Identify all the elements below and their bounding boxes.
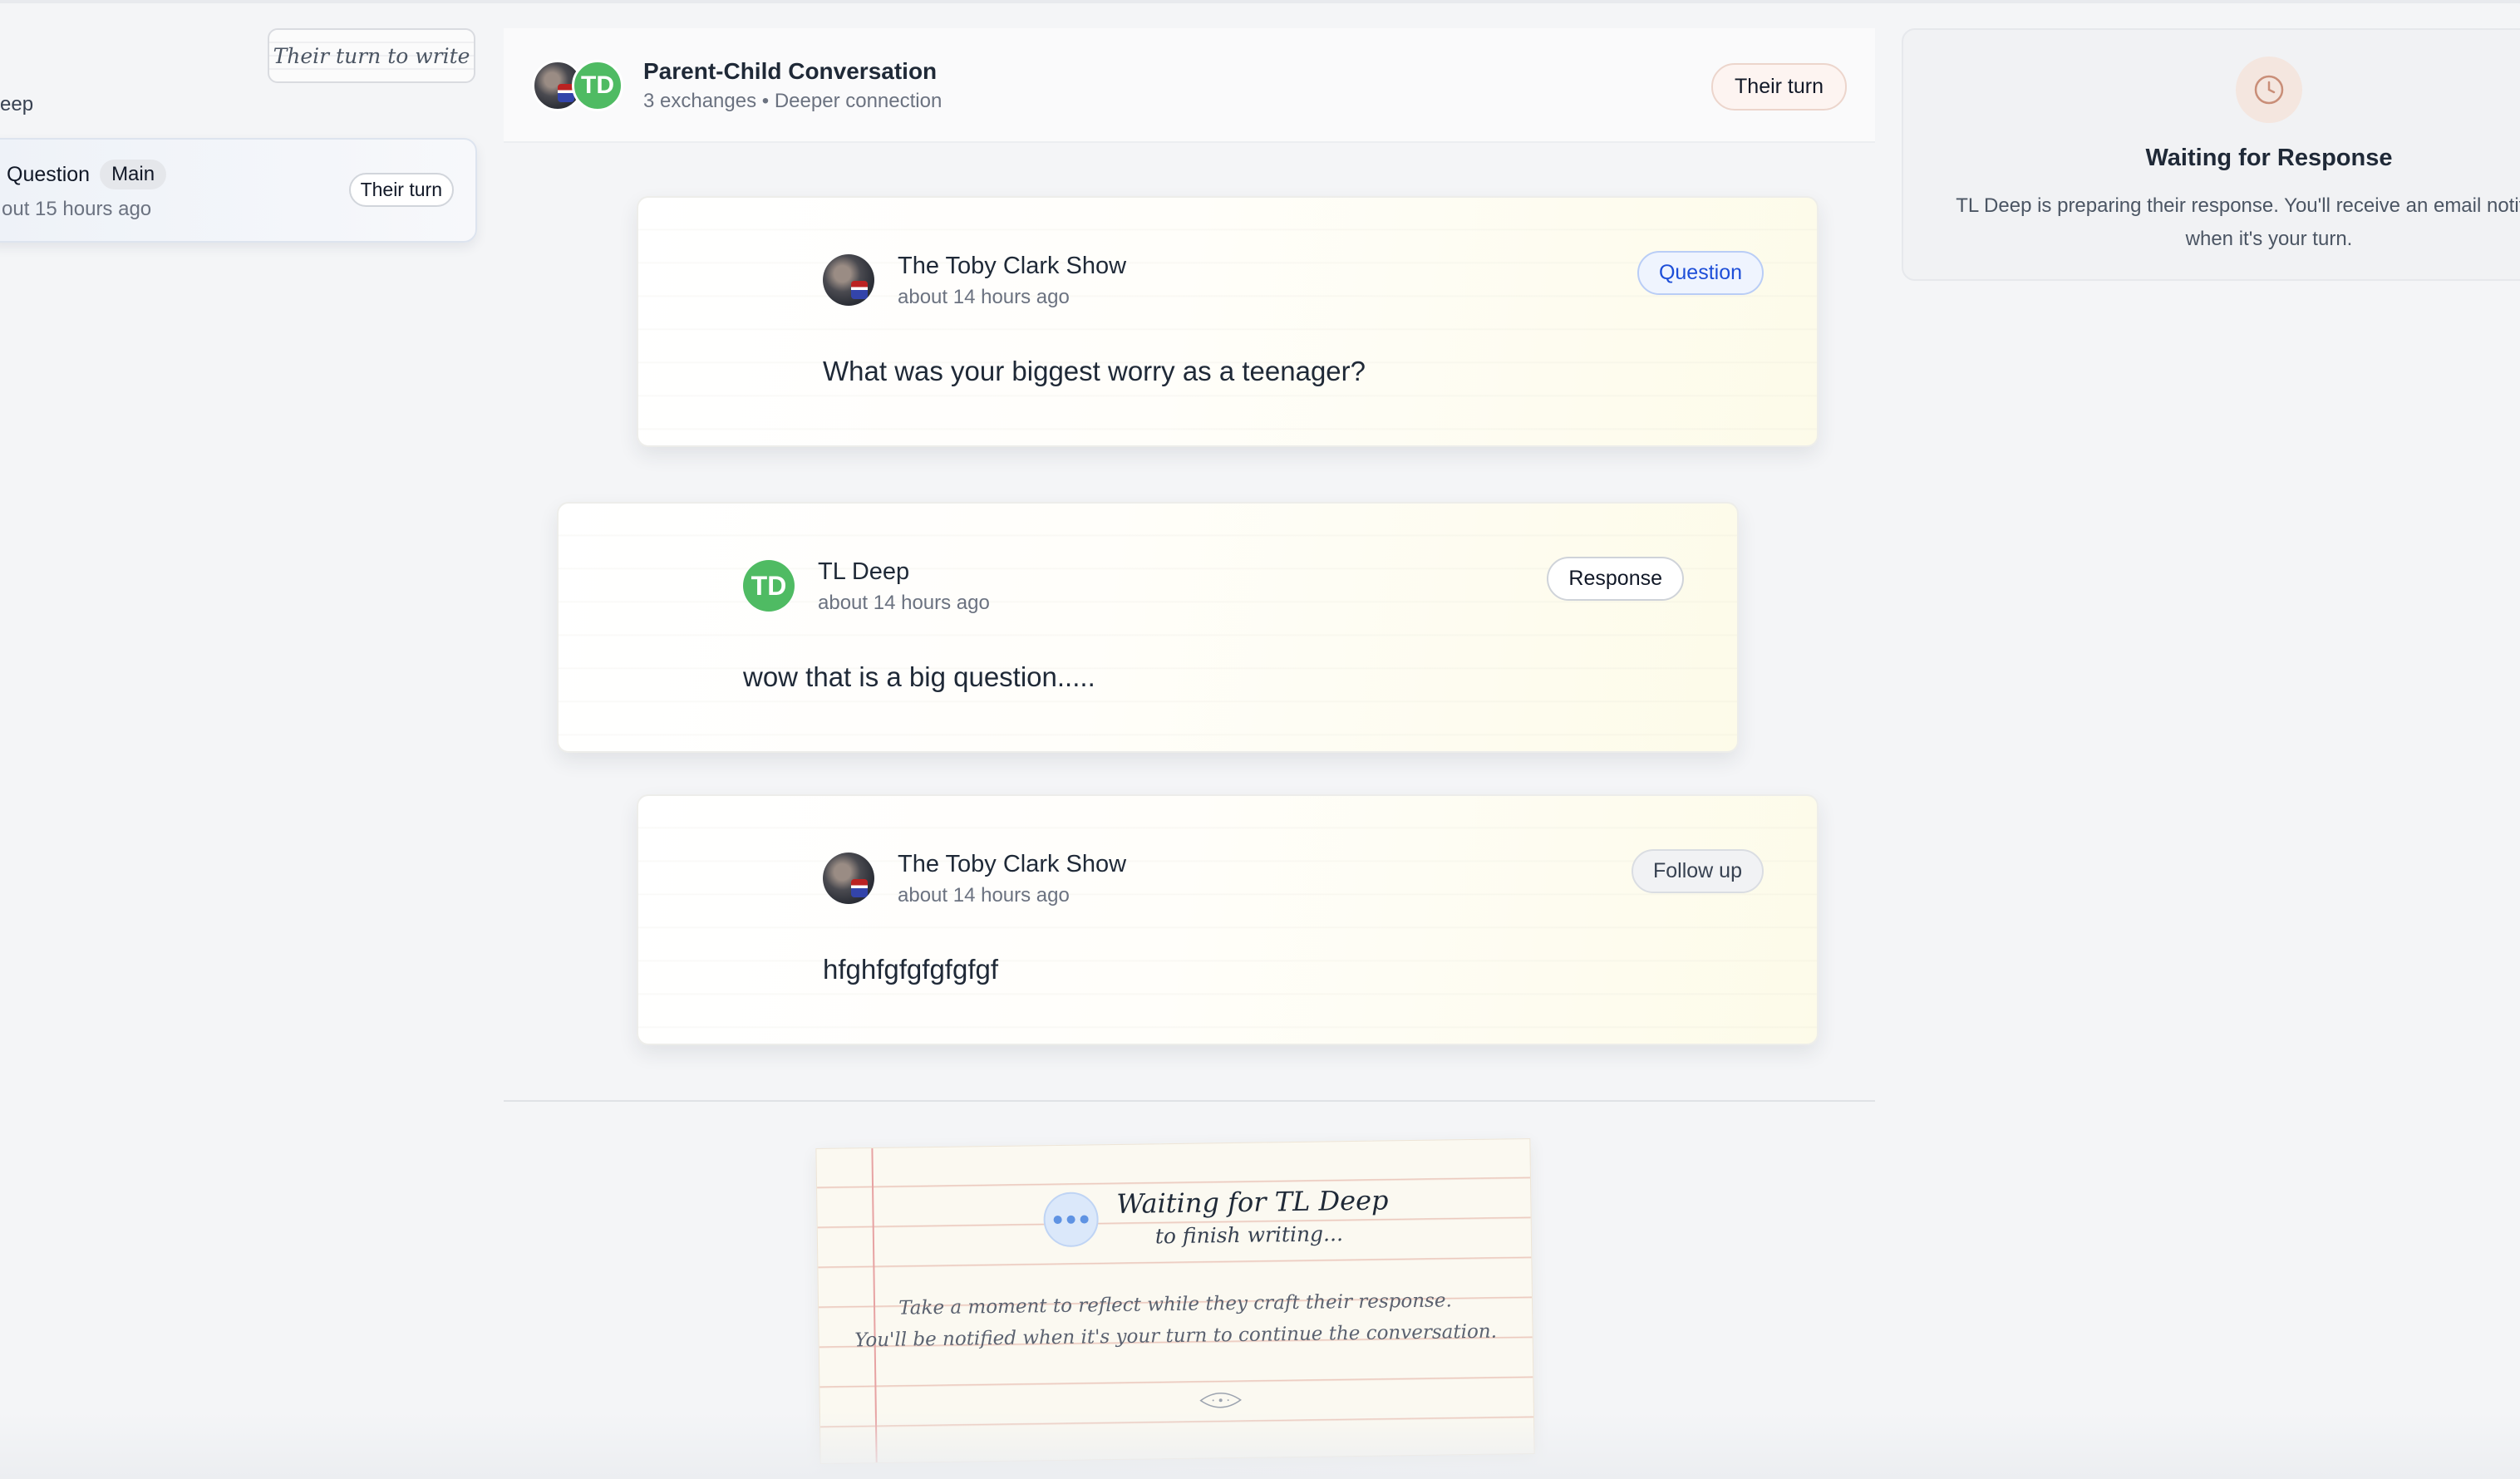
sidebar-partner-name: eep xyxy=(0,93,34,115)
main-badge: Main xyxy=(100,160,167,189)
message-text: wow that is a big question..... xyxy=(743,661,1095,692)
conversation-header: TD Parent-Child Conversation 3 exchanges… xyxy=(504,28,1875,143)
waiting-note: Waiting for TL Deep to finish writing...… xyxy=(815,1138,1535,1464)
waiting-note-subtitle: to finish writing... xyxy=(1154,1221,1344,1249)
waiting-for-response-panel: Waiting for Response TL Deep is preparin… xyxy=(1902,28,2520,281)
question-badge: Question xyxy=(1637,251,1764,295)
waiting-note-title: Waiting for TL Deep xyxy=(1116,1184,1389,1220)
participant-avatars: TD xyxy=(532,60,625,111)
conversation-main: TD Parent-Child Conversation 3 exchanges… xyxy=(504,28,1875,1479)
author-initials-avatar: TD xyxy=(743,560,795,612)
child-avatar: TD xyxy=(572,60,623,111)
clock-icon xyxy=(2236,57,2302,123)
waiting-note-line-2: You'll be notified when it's your turn t… xyxy=(854,1320,1498,1352)
conversation-subtitle: 3 exchanges • Deeper connection xyxy=(643,90,943,112)
waiting-note-line-1: Take a moment to reflect while they craf… xyxy=(898,1290,1453,1319)
sidebar-conversation-item[interactable]: Question Main out 15 hours ago Their tur… xyxy=(0,138,477,243)
panel-title: Waiting for Response xyxy=(2145,145,2393,171)
message-card-response: TD TL Deep about 14 hours ago Response w… xyxy=(557,502,1739,753)
conversation-title: Parent-Child Conversation xyxy=(643,58,938,84)
message-avatar: TD xyxy=(743,560,795,612)
author-photo-avatar xyxy=(823,254,874,306)
message-text: What was your biggest worry as a teenage… xyxy=(823,356,1366,386)
message-card-follow-up: The Toby Clark Show about 14 hours ago F… xyxy=(637,794,1819,1045)
follow-up-badge: Follow up xyxy=(1632,849,1764,893)
message-avatar xyxy=(823,254,874,306)
turn-status-badge: Their turn xyxy=(1711,63,1847,111)
conversation-item-status-badge: Their turn xyxy=(348,173,454,207)
conversation-item-title: Question xyxy=(7,162,91,186)
message-author: TL Deep xyxy=(818,558,910,585)
message-time: about 14 hours ago xyxy=(898,286,1070,308)
conversation-item-title-row: Question Main xyxy=(7,160,167,189)
conversation-item-time: out 15 hours ago xyxy=(2,198,152,220)
their-turn-to-write-tag: Their turn to write xyxy=(268,28,475,83)
eye-ornament-icon xyxy=(1199,1393,1242,1408)
message-author: The Toby Clark Show xyxy=(898,851,1127,877)
message-text: hfghfgfgfgfgfgf xyxy=(823,954,999,985)
section-divider xyxy=(504,1100,1875,1102)
panel-description: TL Deep is preparing their response. You… xyxy=(1956,194,2520,250)
message-time: about 14 hours ago xyxy=(818,592,990,614)
author-photo-avatar xyxy=(823,853,874,904)
message-avatar xyxy=(823,853,874,904)
turn-tag-label: Their turn to write xyxy=(273,43,470,68)
message-author: The Toby Clark Show xyxy=(898,253,1127,279)
sidebar: Their turn to write eep Question Main ou… xyxy=(0,0,490,1479)
message-card-question: The Toby Clark Show about 14 hours ago Q… xyxy=(637,196,1819,447)
message-time: about 14 hours ago xyxy=(898,884,1070,907)
response-badge: Response xyxy=(1547,557,1684,601)
